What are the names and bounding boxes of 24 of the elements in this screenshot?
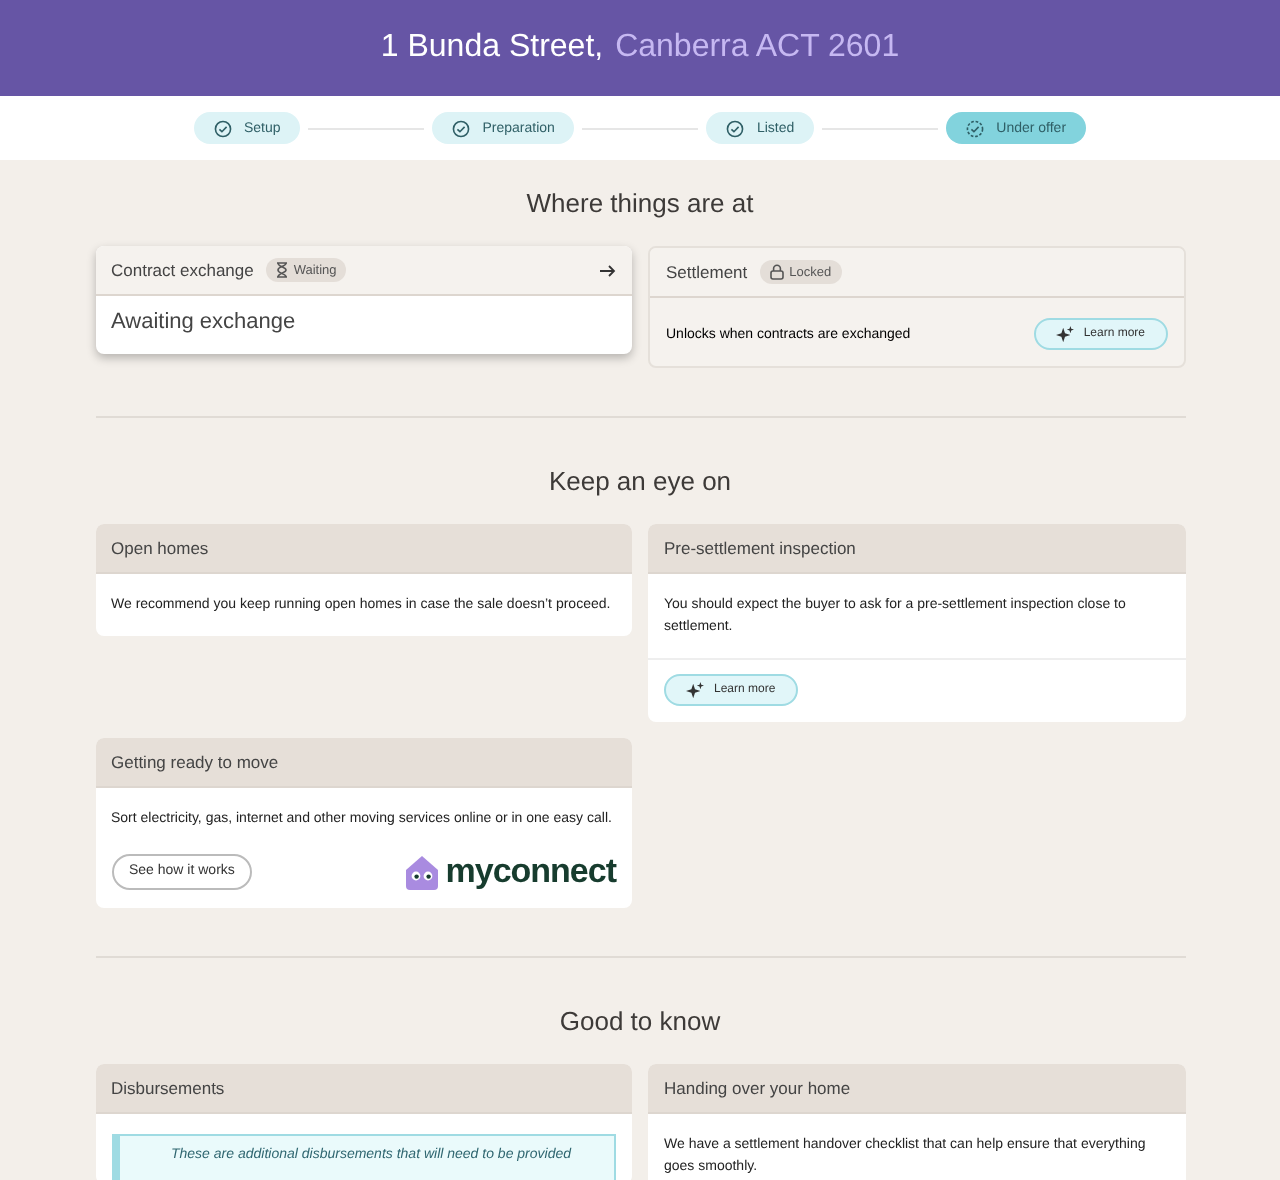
card-title: Handing over your home	[664, 1077, 851, 1098]
section-title: Good to know	[557, 1003, 723, 1040]
card-title: Settlement	[666, 262, 748, 282]
card-title: Contract exchange	[111, 260, 254, 280]
card-title: Disbursements	[111, 1077, 225, 1098]
card-title: Pre-settlement inspection	[664, 538, 856, 558]
dashed-check-circle-icon	[966, 119, 985, 137]
status-text: Awaiting exchange	[109, 308, 298, 338]
padlock-icon	[769, 264, 784, 280]
street-address: 1 Bunda Street,	[380, 30, 604, 66]
section-title: Where things are at	[524, 186, 756, 222]
check-circle-icon	[726, 119, 745, 137]
hourglass-icon	[275, 262, 288, 278]
card-title: Open homes	[111, 538, 209, 558]
card-title: Getting ready to move	[111, 752, 279, 773]
sparkle-icon	[686, 681, 704, 700]
house-face-icon	[403, 853, 440, 890]
check-circle-icon	[213, 119, 232, 137]
locality: Canberra ACT 2601	[615, 30, 900, 66]
check-circle-icon	[452, 119, 471, 137]
logo-text: myconnect	[445, 851, 616, 892]
section-title: Keep an eye on	[546, 464, 734, 500]
sparkle-icon	[1055, 325, 1074, 343]
arrow-right-icon[interactable]	[600, 263, 616, 277]
